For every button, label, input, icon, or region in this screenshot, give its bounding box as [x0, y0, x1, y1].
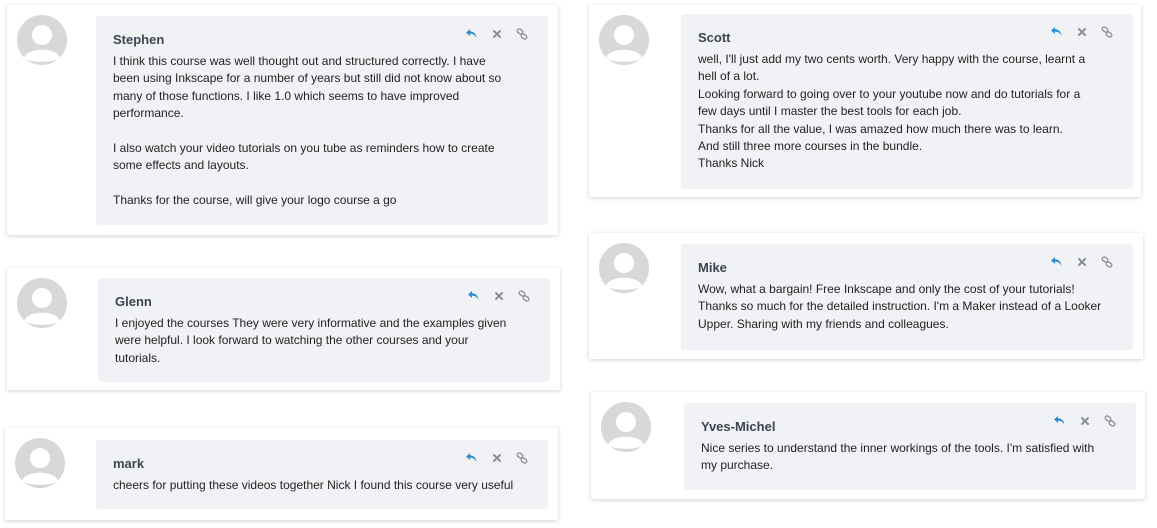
- avatar: [17, 15, 67, 65]
- avatar: [599, 15, 649, 65]
- link-icon[interactable]: [1101, 26, 1113, 38]
- comment-author: Mike: [698, 260, 727, 275]
- comment-text: I enjoyed the courses They were very inf…: [115, 316, 507, 365]
- close-x-icon[interactable]: [494, 291, 504, 301]
- comment-text: well, I'll just add my two cents worth. …: [698, 52, 1086, 171]
- reply-arrow-icon[interactable]: [1050, 256, 1063, 268]
- comment-bubble: Scott well, I'll just add my two cents w…: [681, 14, 1133, 189]
- comment-bubble: Mike Wow, what a bargain! Free Inkscape …: [681, 244, 1133, 350]
- close-x-icon[interactable]: [1077, 257, 1087, 267]
- comment-author: Scott: [698, 30, 731, 45]
- comment-author: Stephen: [113, 32, 165, 47]
- comment-card: Mike Wow, what a bargain! Free Inkscape …: [589, 233, 1143, 359]
- reply-arrow-icon[interactable]: [467, 290, 480, 302]
- comment-actions: [1053, 415, 1116, 427]
- reply-arrow-icon[interactable]: [1053, 415, 1066, 427]
- comment-text: I think this course was well thought out…: [113, 54, 502, 208]
- avatar: [17, 278, 67, 328]
- comment-actions: [467, 290, 530, 302]
- comment-actions: [1050, 26, 1113, 38]
- avatar: [601, 402, 651, 452]
- link-icon[interactable]: [516, 452, 528, 464]
- avatar: [599, 243, 649, 293]
- comment-card: Stephen I think this course was well tho…: [7, 5, 558, 235]
- comment-card: Scott well, I'll just add my two cents w…: [589, 5, 1141, 197]
- comment-card: Yves-Michel Nice series to understand th…: [591, 392, 1145, 499]
- avatar: [15, 438, 65, 488]
- comment-card: Glenn I enjoyed the courses They were ve…: [7, 268, 560, 390]
- comment-text: Wow, what a bargain! Free Inkscape and o…: [698, 282, 1102, 331]
- close-x-icon[interactable]: [1080, 416, 1090, 426]
- comment-author: Yves-Michel: [701, 419, 776, 434]
- comment-actions: [465, 452, 528, 464]
- close-x-icon[interactable]: [492, 453, 502, 463]
- comment-card: mark cheers for putting these videos tog…: [5, 428, 558, 520]
- reply-arrow-icon[interactable]: [1050, 26, 1063, 38]
- comment-actions: [1050, 256, 1113, 268]
- link-icon[interactable]: [516, 28, 528, 40]
- comment-actions: [465, 28, 528, 40]
- comment-bubble: mark cheers for putting these videos tog…: [96, 440, 548, 509]
- comment-bubble: Yves-Michel Nice series to understand th…: [684, 403, 1136, 490]
- link-icon[interactable]: [1104, 415, 1116, 427]
- comment-author: Glenn: [115, 294, 152, 309]
- comment-bubble: Stephen I think this course was well tho…: [96, 16, 548, 225]
- comment-author: mark: [113, 456, 145, 471]
- link-icon[interactable]: [1101, 256, 1113, 268]
- link-icon[interactable]: [518, 290, 530, 302]
- comment-text: Nice series to understand the inner work…: [701, 441, 1095, 473]
- comment-text: cheers for putting these videos together…: [113, 478, 514, 492]
- close-x-icon[interactable]: [492, 29, 502, 39]
- reply-arrow-icon[interactable]: [465, 28, 478, 40]
- close-x-icon[interactable]: [1077, 27, 1087, 37]
- reply-arrow-icon[interactable]: [465, 452, 478, 464]
- comment-bubble: Glenn I enjoyed the courses They were ve…: [98, 278, 550, 382]
